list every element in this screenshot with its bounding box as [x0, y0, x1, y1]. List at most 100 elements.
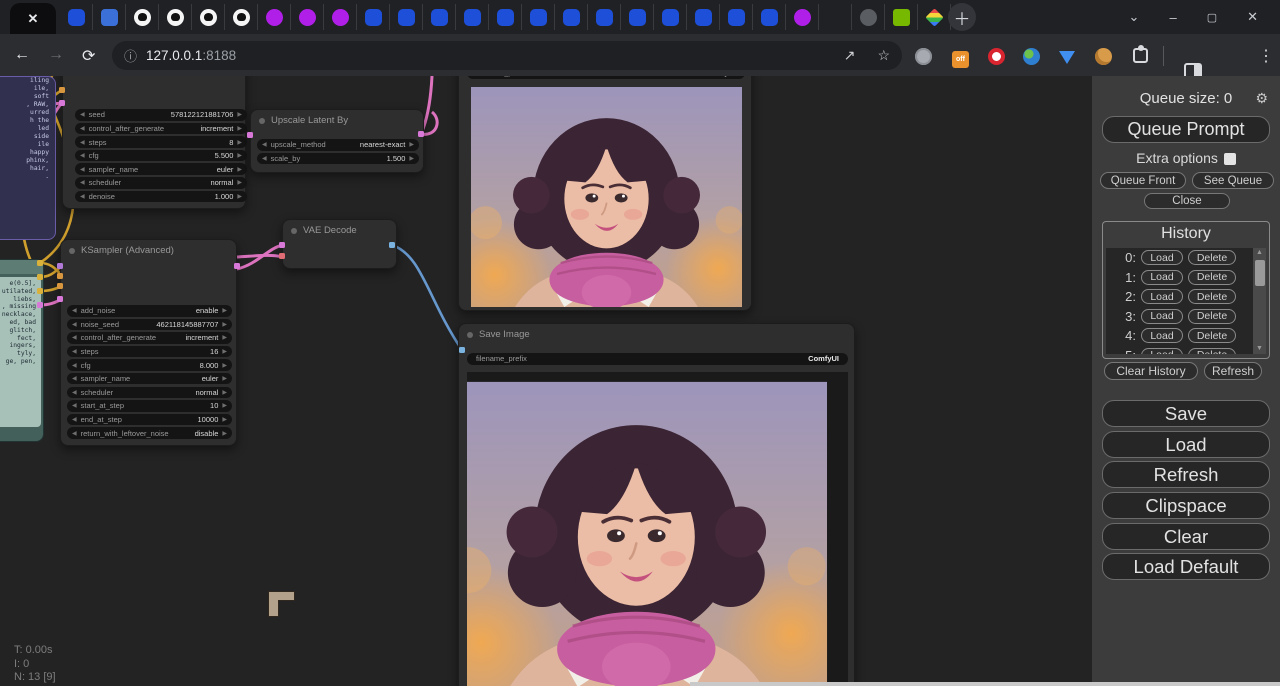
input-slot[interactable] — [57, 263, 63, 269]
history-load-button[interactable]: Load — [1141, 348, 1183, 354]
input-slot[interactable] — [57, 296, 63, 302]
bookmark-star-icon[interactable]: ☆ — [877, 47, 890, 64]
extension-opera-icon[interactable] — [988, 48, 1005, 65]
increment-arrow-icon[interactable]: ▶ — [237, 111, 242, 118]
decrement-arrow-icon[interactable]: ◀ — [72, 430, 77, 437]
node-widget[interactable]: ◀ scheduler normal ▶ — [67, 387, 232, 399]
queue-front-button[interactable]: Queue Front — [1100, 172, 1186, 189]
browser-tab[interactable] — [885, 4, 918, 30]
node-widget[interactable]: filename_prefix ComfyUI — [467, 76, 745, 79]
extension-off-badge-icon[interactable]: off — [952, 51, 969, 68]
address-bar[interactable]: ⓘ 127.0.0.1:8188 ↗ ☆ — [112, 41, 902, 70]
decrement-arrow-icon[interactable]: ◀ — [80, 193, 85, 200]
extra-options-checkbox[interactable] — [1224, 153, 1236, 165]
browser-tab[interactable] — [258, 4, 291, 30]
decrement-arrow-icon[interactable]: ◀ — [72, 402, 77, 409]
browser-tab[interactable] — [126, 4, 159, 30]
reload-icon[interactable]: ⟳ — [82, 46, 95, 66]
node-widget[interactable]: ◀ noise_seed 462118145887707 ▶ — [67, 319, 232, 331]
history-delete-button[interactable]: Delete — [1188, 309, 1236, 324]
node-widget[interactable]: ◀ end_at_step 10000 ▶ — [67, 414, 232, 426]
node-widget[interactable]: ◀ sampler_name euler ▶ — [67, 373, 232, 385]
site-info-icon[interactable]: ⓘ — [124, 46, 137, 65]
collapse-dot-icon[interactable] — [259, 118, 265, 124]
input-slot[interactable] — [247, 132, 253, 138]
see-queue-button[interactable]: See Queue — [1192, 172, 1274, 189]
node-widget[interactable]: ◀ sampler_name euler ▶ — [75, 163, 247, 175]
browser-tab[interactable] — [753, 4, 786, 30]
browser-tab[interactable] — [456, 4, 489, 30]
close-button[interactable]: Close — [1144, 193, 1230, 209]
browser-tab[interactable] — [654, 4, 687, 30]
extensions-puzzle-icon[interactable] — [1133, 48, 1148, 63]
node-widget[interactable]: ◀ upscale_method nearest-exact ▶ — [257, 139, 419, 151]
history-load-button[interactable]: Load — [1141, 270, 1183, 285]
history-delete-button[interactable]: Delete — [1188, 250, 1236, 265]
menu-action-button[interactable]: Load Default — [1102, 553, 1270, 580]
save-image-node[interactable]: Save Image filename_prefix ComfyUI — [458, 323, 855, 686]
increment-arrow-icon[interactable]: ▶ — [237, 179, 242, 186]
browser-tab[interactable] — [522, 4, 555, 30]
menu-action-button[interactable]: Clipspace — [1102, 492, 1270, 519]
decrement-arrow-icon[interactable]: ◀ — [72, 362, 77, 369]
save-image-node-top[interactable]: filename_prefix ComfyUI — [458, 76, 752, 311]
ksampler-node[interactable]: ◀ seed 578122121881706 ▶ ◀ control_after… — [62, 76, 246, 209]
node-widget[interactable]: ◀ control_after_generate increment ▶ — [67, 332, 232, 344]
increment-arrow-icon[interactable]: ▶ — [222, 430, 227, 437]
increment-arrow-icon[interactable]: ▶ — [409, 155, 414, 162]
node-widget[interactable]: filename_prefix ComfyUI — [467, 353, 848, 365]
increment-arrow-icon[interactable]: ▶ — [237, 152, 242, 159]
browser-tab[interactable] — [918, 4, 951, 30]
vae-decode-node[interactable]: VAE Decode — [282, 219, 397, 269]
history-delete-button[interactable]: Delete — [1188, 289, 1236, 304]
output-slot[interactable] — [389, 242, 395, 248]
active-tab[interactable]: ✕ — [10, 3, 56, 34]
decrement-arrow-icon[interactable]: ◀ — [72, 348, 77, 355]
input-slot[interactable] — [279, 242, 285, 248]
menu-action-button[interactable]: Load — [1102, 431, 1270, 458]
decrement-arrow-icon[interactable]: ◀ — [80, 152, 85, 159]
history-load-button[interactable]: Load — [1141, 309, 1183, 324]
decrement-arrow-icon[interactable]: ◀ — [72, 416, 77, 423]
node-widget[interactable]: ◀ add_noise enable ▶ — [67, 305, 232, 317]
browser-tab[interactable] — [357, 4, 390, 30]
browser-tab[interactable] — [720, 4, 753, 30]
ksampler-advanced-node[interactable]: KSampler (Advanced) ◀ add_noise enable ▶… — [60, 239, 237, 446]
menu-action-button[interactable]: Save — [1102, 400, 1270, 427]
history-delete-button[interactable]: Delete — [1188, 328, 1236, 343]
extension-gem-icon[interactable] — [1059, 51, 1075, 64]
browser-tab[interactable] — [324, 4, 357, 30]
node-widget[interactable]: ◀ seed 578122121881706 ▶ — [75, 109, 247, 121]
browser-tab[interactable] — [621, 4, 654, 30]
tab-search-chevron-icon[interactable]: ⌄ — [1129, 9, 1140, 25]
increment-arrow-icon[interactable]: ▶ — [222, 348, 227, 355]
output-slot[interactable] — [37, 302, 43, 308]
node-widget[interactable]: ◀ cfg 5.500 ▶ — [75, 150, 247, 162]
output-slot[interactable] — [234, 263, 240, 269]
browser-tab[interactable] — [588, 4, 621, 30]
decrement-arrow-icon[interactable]: ◀ — [80, 139, 85, 146]
browser-tab[interactable] — [555, 4, 588, 30]
forward-icon[interactable]: → — [48, 46, 64, 64]
output-slot[interactable] — [37, 260, 43, 266]
close-icon[interactable]: ✕ — [1247, 9, 1258, 25]
queue-prompt-button[interactable]: Queue Prompt — [1102, 116, 1270, 143]
node-widget[interactable]: ◀ scheduler normal ▶ — [75, 177, 247, 189]
collapse-dot-icon[interactable] — [291, 228, 297, 234]
increment-arrow-icon[interactable]: ▶ — [222, 402, 227, 409]
node-widget[interactable]: ◀ cfg 8.000 ▶ — [67, 359, 232, 371]
decrement-arrow-icon[interactable]: ◀ — [262, 141, 267, 148]
scroll-thumb[interactable] — [1255, 260, 1265, 286]
increment-arrow-icon[interactable]: ▶ — [222, 307, 227, 314]
decrement-arrow-icon[interactable]: ◀ — [262, 155, 267, 162]
browser-tab[interactable] — [489, 4, 522, 30]
back-icon[interactable]: ← — [14, 46, 30, 64]
extension-cookie-icon[interactable] — [1095, 48, 1112, 65]
node-widget[interactable]: ◀ scale_by 1.500 ▶ — [257, 153, 419, 165]
input-slot[interactable] — [279, 253, 285, 259]
input-slot[interactable] — [459, 347, 465, 353]
increment-arrow-icon[interactable]: ▶ — [222, 334, 227, 341]
decrement-arrow-icon[interactable]: ◀ — [72, 307, 77, 314]
group-corner-handle[interactable] — [268, 591, 295, 618]
increment-arrow-icon[interactable]: ▶ — [222, 416, 227, 423]
